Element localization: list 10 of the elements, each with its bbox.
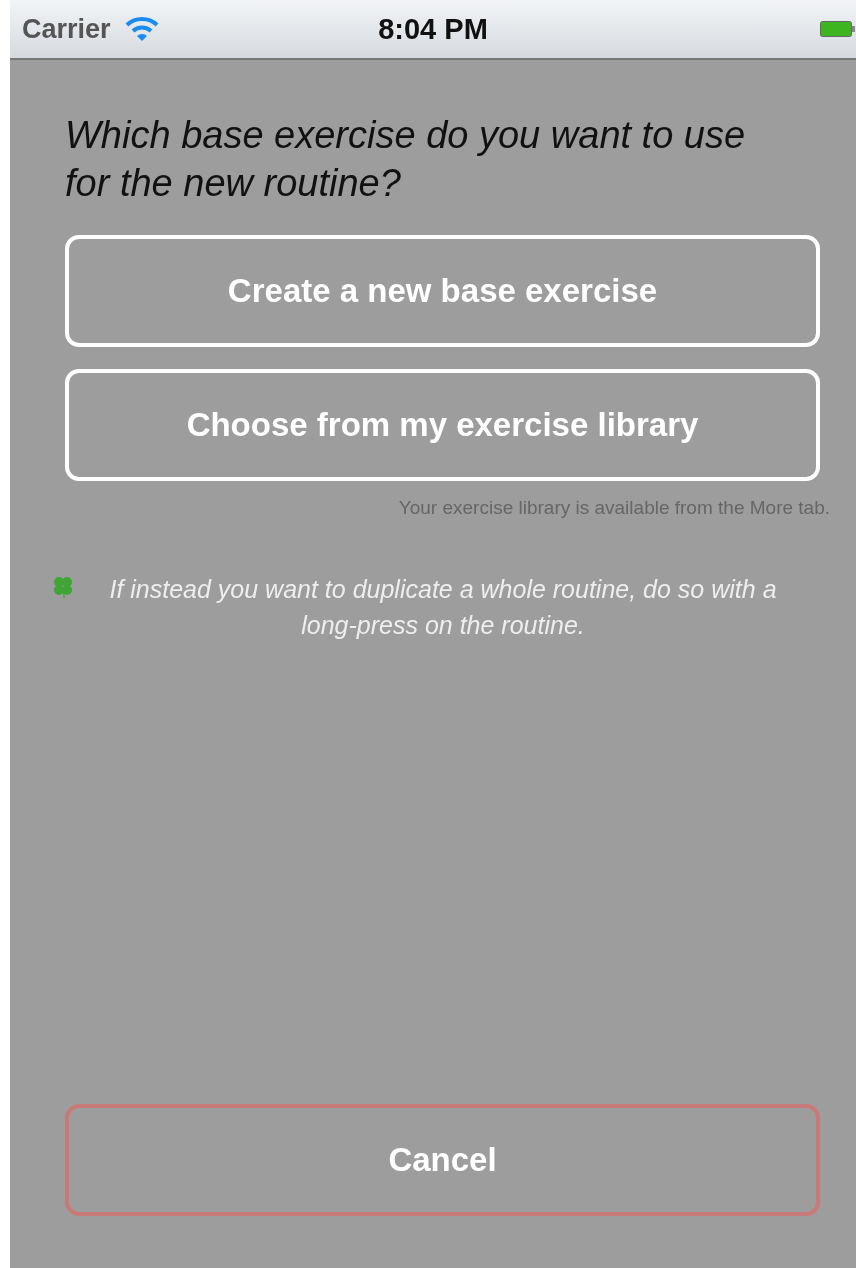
tip-text: If instead you want to duplicate a whole routine, do so with a long-press on the routine. <box>108 574 778 642</box>
battery-icon <box>820 21 856 37</box>
option-button[interactable]: Choose from my exercise library <box>65 369 820 481</box>
option-button[interactable]: Create a new base exercise <box>65 235 820 347</box>
status-time: 8:04 PM <box>378 12 488 46</box>
wifi-icon <box>124 16 159 42</box>
carrier-label: Carrier <box>22 13 111 45</box>
question-text: Which base exercise do you want to use for the new routine? <box>65 113 747 206</box>
cancel-button[interactable]: Cancel <box>65 1104 820 1216</box>
clover-icon <box>51 575 75 599</box>
